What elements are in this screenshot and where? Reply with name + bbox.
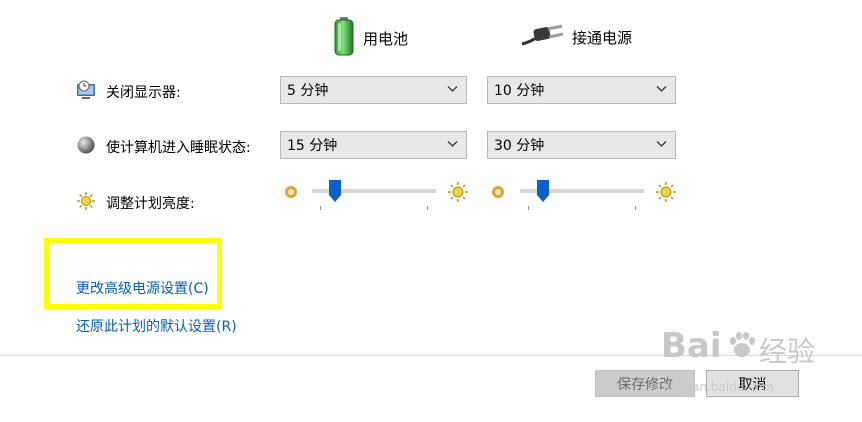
chevron-down-icon — [447, 86, 458, 92]
moon-icon — [76, 135, 96, 159]
slider-thumb[interactable] — [329, 180, 341, 202]
plugged-column-label: 接通电源 — [572, 28, 633, 47]
monitor-clock-icon — [76, 80, 96, 104]
sleep-plugged-select[interactable]: 30 分钟 — [487, 131, 676, 159]
chevron-down-icon — [656, 86, 667, 92]
chevron-down-icon — [447, 141, 458, 147]
sun-icon — [76, 191, 96, 215]
slider-tick — [635, 206, 636, 210]
bright-sun-icon — [655, 181, 677, 207]
brightness-row-label: 调整计划亮度: — [76, 191, 195, 215]
restore-defaults-link[interactable]: 还原此计划的默认设置(R) — [76, 316, 237, 336]
brightness-label: 调整计划亮度: — [106, 196, 195, 212]
display-off-battery-select[interactable]: 5 分钟 — [280, 76, 467, 104]
sleep-plugged-value: 30 分钟 — [494, 138, 545, 154]
power-plug-icon — [520, 22, 564, 52]
cancel-button[interactable]: 取消 — [706, 370, 799, 397]
slider-tick — [528, 206, 529, 210]
display-off-label: 关闭显示器: — [106, 85, 181, 101]
bright-sun-icon — [447, 181, 469, 207]
paw-icon — [727, 330, 757, 364]
sleep-row-label: 使计算机进入睡眠状态: — [76, 135, 251, 159]
battery-column-label: 用电池 — [363, 29, 409, 48]
sleep-battery-select[interactable]: 15 分钟 — [280, 131, 467, 159]
advanced-settings-link[interactable]: 更改高级电源设置(C) — [76, 278, 209, 298]
display-off-plugged-select[interactable]: 10 分钟 — [487, 76, 676, 104]
footer-divider — [0, 355, 862, 356]
dim-sun-icon — [283, 184, 299, 204]
watermark-brand-cn: 经验 — [759, 335, 816, 368]
watermark-brand: Bai — [661, 326, 722, 366]
sleep-label: 使计算机进入睡眠状态: — [106, 140, 251, 156]
battery-brightness-slider[interactable] — [312, 180, 436, 210]
chevron-down-icon — [656, 141, 667, 147]
display-off-row-label: 关闭显示器: — [76, 80, 181, 104]
battery-column-header: 用电池 — [333, 16, 408, 60]
dim-sun-icon — [490, 184, 506, 204]
battery-icon — [333, 16, 355, 60]
slider-tick — [320, 206, 321, 210]
sleep-battery-value: 15 分钟 — [287, 138, 338, 154]
display-off-plugged-value: 10 分钟 — [494, 83, 545, 99]
plugged-brightness-slider[interactable] — [520, 180, 644, 210]
plugged-column-header: 接通电源 — [520, 22, 632, 52]
slider-thumb[interactable] — [537, 180, 549, 202]
slider-tick — [427, 206, 428, 210]
highlight-box — [44, 238, 222, 309]
save-button[interactable]: 保存修改 — [595, 370, 695, 397]
display-off-battery-value: 5 分钟 — [287, 83, 329, 99]
